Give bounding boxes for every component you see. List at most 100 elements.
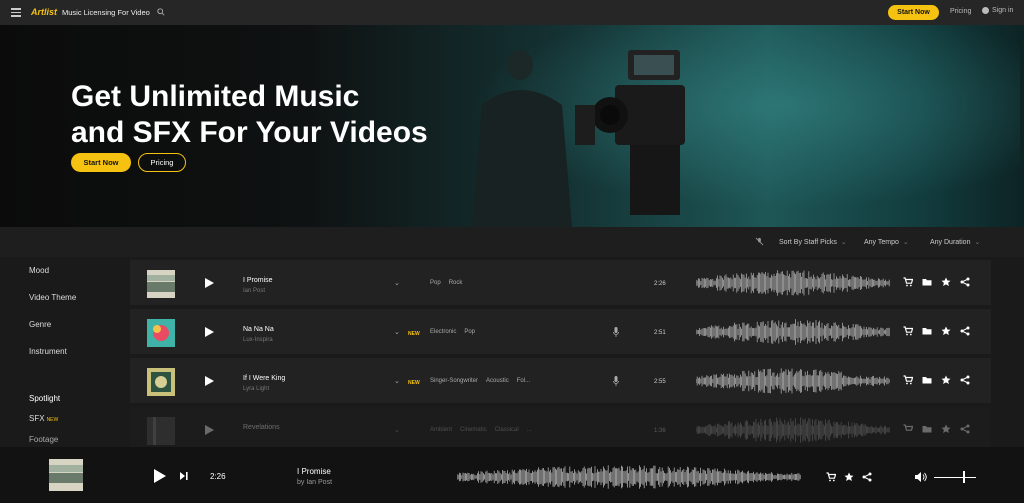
volume-slider-handle[interactable]	[963, 471, 965, 483]
camera-rig-graphic	[575, 50, 685, 215]
tag[interactable]: Pop	[464, 329, 475, 335]
player-track-artist[interactable]: by Ian Post	[297, 479, 332, 486]
tag[interactable]: Fol...	[517, 378, 530, 384]
star-icon[interactable]	[941, 326, 951, 336]
player-waveform[interactable]	[457, 465, 801, 489]
folder-icon[interactable]	[922, 424, 932, 434]
play-button[interactable]	[205, 327, 214, 337]
sidebar-item-mood[interactable]: Mood	[29, 266, 49, 275]
new-badge: NEW	[408, 331, 420, 337]
chevron-down-icon: ⌄	[902, 239, 909, 246]
sidebar-item-footage[interactable]: Footage	[29, 435, 58, 444]
pricing-link[interactable]: Pricing	[950, 8, 971, 15]
tag[interactable]: Rock	[449, 280, 463, 286]
volume-slider[interactable]	[934, 477, 976, 478]
sidebar-item-sfx[interactable]: SFX NEW	[29, 414, 58, 423]
track-tags: Pop Rock	[430, 280, 470, 286]
waveform[interactable]	[696, 368, 890, 394]
duration-dropdown[interactable]: Any Duration ⌄	[930, 238, 980, 246]
play-button[interactable]	[205, 376, 214, 386]
play-button[interactable]	[205, 425, 214, 435]
track-list: I Promise Ian Post ⌄ Pop Rock 2:26 Na Na …	[130, 257, 994, 454]
cart-icon[interactable]	[903, 424, 913, 434]
start-now-button[interactable]: Start Now	[888, 5, 939, 20]
waveform[interactable]	[696, 319, 890, 345]
chevron-down-icon[interactable]: ⌄	[394, 279, 400, 287]
tag[interactable]: Ambient	[430, 427, 452, 433]
microphone-icon	[613, 327, 619, 337]
new-badge: NEW	[46, 417, 59, 423]
track-duration: 2:26	[654, 281, 666, 287]
album-cover	[147, 270, 175, 298]
player-time: 2:26	[210, 472, 226, 481]
tag[interactable]: Pop	[430, 280, 441, 286]
track-actions	[903, 375, 973, 387]
cart-icon[interactable]	[826, 472, 836, 482]
sidebar-item-genre[interactable]: Genre	[29, 320, 51, 329]
track-tags: Ambient Cinematic Classical...	[430, 427, 540, 433]
track-tags: Electronic Pop	[430, 329, 483, 335]
tempo-label: Any Tempo	[864, 239, 899, 246]
share-icon[interactable]	[960, 326, 970, 336]
waveform[interactable]	[696, 417, 890, 443]
track-title[interactable]: I Promise	[243, 277, 273, 284]
skip-next-icon[interactable]	[180, 472, 188, 480]
star-icon[interactable]	[844, 472, 854, 482]
cart-icon[interactable]	[903, 277, 913, 287]
waveform[interactable]	[696, 270, 890, 296]
player-actions	[826, 472, 872, 482]
star-icon[interactable]	[941, 375, 951, 385]
play-button[interactable]	[205, 278, 214, 288]
chevron-down-icon: ⌄	[974, 239, 981, 246]
chevron-down-icon[interactable]: ⌄	[394, 328, 400, 336]
album-cover	[147, 368, 175, 396]
sort-dropdown[interactable]: Sort By Staff Picks ⌄	[779, 238, 847, 246]
sidebar-item-instrument[interactable]: Instrument	[29, 347, 67, 356]
tempo-dropdown[interactable]: Any Tempo ⌄	[864, 238, 909, 246]
tag[interactable]: Classical	[495, 427, 519, 433]
vocal-filter-icon[interactable]	[755, 237, 764, 246]
sign-in-link[interactable]: Sign in	[982, 7, 1013, 14]
track-artist[interactable]: Lux-Inspira	[243, 337, 273, 343]
tag[interactable]: ...	[527, 427, 532, 433]
tag[interactable]: Acoustic	[486, 378, 509, 384]
hero-pricing-button[interactable]: Pricing	[138, 153, 186, 172]
track-artist[interactable]: Ian Post	[243, 288, 265, 294]
hamburger-menu-icon[interactable]	[11, 8, 21, 17]
track-title[interactable]: Revelations	[243, 424, 280, 431]
hero-start-now-button[interactable]: Start Now	[71, 153, 131, 172]
player-play-button[interactable]	[154, 469, 166, 483]
cart-icon[interactable]	[903, 326, 913, 336]
track-duration: 2:55	[654, 379, 666, 385]
chevron-down-icon[interactable]: ⌄	[394, 426, 400, 434]
track-row[interactable]: If I Were King Lyra Light ⌄ NEW Singer-S…	[130, 358, 991, 405]
sidebar-item-video-theme[interactable]: Video Theme	[29, 293, 76, 302]
tag[interactable]: Electronic	[430, 329, 456, 335]
folder-icon[interactable]	[922, 326, 932, 336]
tag[interactable]: Singer-Songwriter	[430, 378, 478, 384]
track-title[interactable]: If I Were King	[243, 375, 285, 382]
track-row[interactable]: Na Na Na Lux-Inspira ⌄ NEW Electronic Pop…	[130, 309, 991, 356]
user-icon	[982, 7, 989, 14]
share-icon[interactable]	[960, 424, 970, 434]
artlist-logo[interactable]: Artlist	[31, 7, 57, 17]
share-icon[interactable]	[960, 277, 970, 287]
star-icon[interactable]	[941, 424, 951, 434]
sfx-label: SFX	[29, 414, 45, 423]
track-row[interactable]: I Promise Ian Post ⌄ Pop Rock 2:26	[130, 260, 991, 307]
search-icon[interactable]	[157, 8, 165, 16]
volume-icon[interactable]	[915, 472, 927, 482]
share-icon[interactable]	[862, 472, 872, 482]
top-bar: Artlist Music Licensing For Video Start …	[0, 0, 1024, 25]
share-icon[interactable]	[960, 375, 970, 385]
folder-icon[interactable]	[922, 375, 932, 385]
star-icon[interactable]	[941, 277, 951, 287]
player-track-title[interactable]: I Promise	[297, 467, 331, 476]
chevron-down-icon[interactable]: ⌄	[394, 377, 400, 385]
track-title[interactable]: Na Na Na	[243, 326, 274, 333]
album-cover	[147, 417, 175, 445]
track-artist[interactable]: Lyra Light	[243, 386, 269, 392]
cart-icon[interactable]	[903, 375, 913, 385]
folder-icon[interactable]	[922, 277, 932, 287]
tag[interactable]: Cinematic	[460, 427, 487, 433]
